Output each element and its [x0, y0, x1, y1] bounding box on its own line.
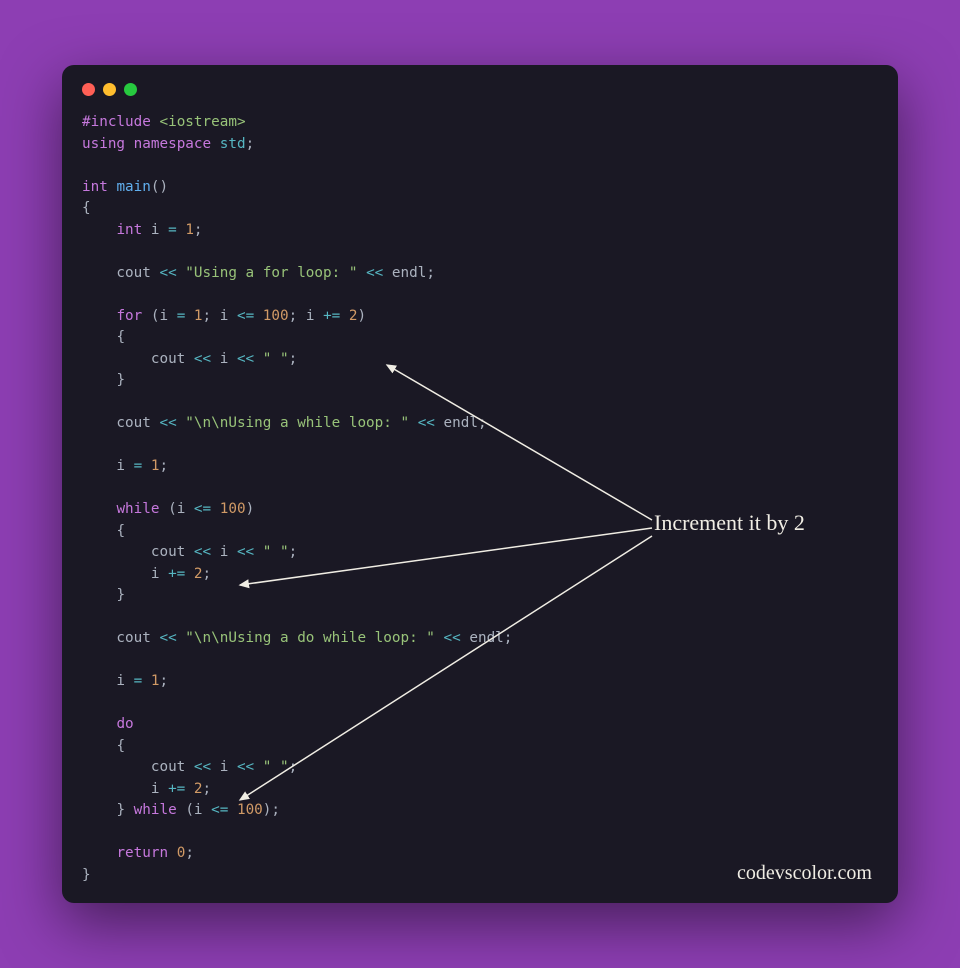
- maximize-icon[interactable]: [124, 83, 137, 96]
- code-window: #include <iostream> using namespace std;…: [62, 65, 898, 903]
- minimize-icon[interactable]: [103, 83, 116, 96]
- watermark: codevscolor.com: [737, 862, 872, 885]
- code-block: #include <iostream> using namespace std;…: [82, 112, 878, 886]
- annotation-label: Increment it by 2: [654, 510, 805, 536]
- window-titlebar: [82, 83, 878, 96]
- close-icon[interactable]: [82, 83, 95, 96]
